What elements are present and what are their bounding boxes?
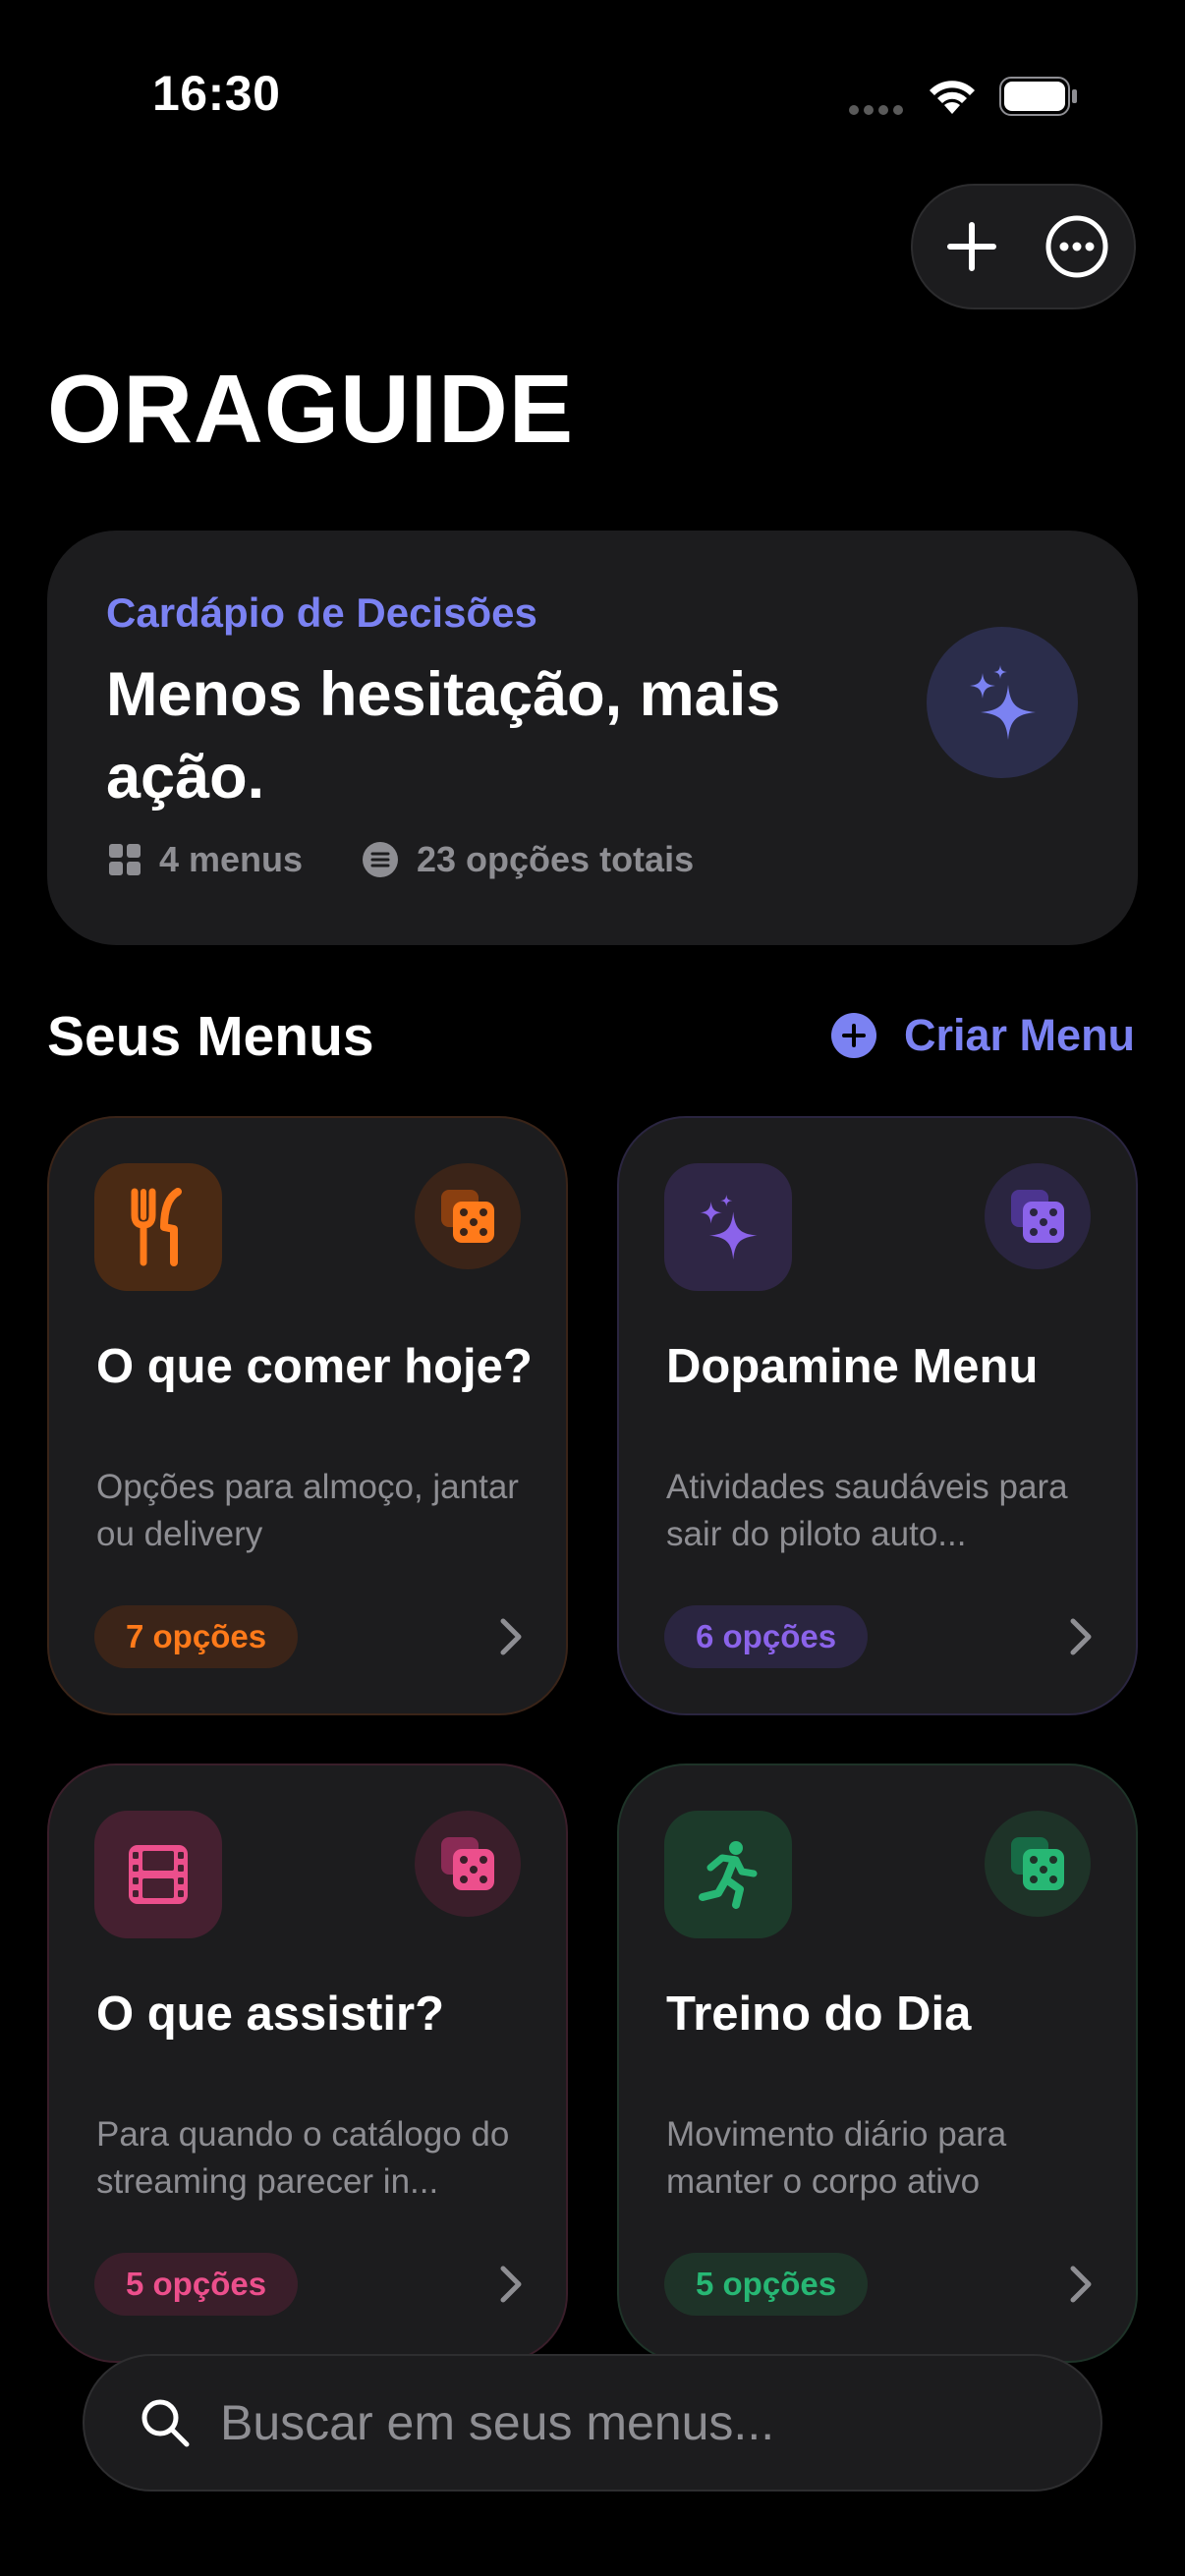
fork-knife-icon: [94, 1163, 222, 1291]
menu-card-dopamine[interactable]: Dopamine Menu Atividades saudáveis para …: [617, 1116, 1138, 1715]
menu-card-title: O que assistir?: [96, 1988, 445, 2041]
create-menu-button[interactable]: Criar Menu: [831, 1010, 1135, 1061]
options-badge: 5 opções: [664, 2253, 869, 2316]
status-time: 16:30: [152, 66, 281, 121]
menu-card-watch[interactable]: O que assistir? Para quando o catálogo d…: [47, 1764, 568, 2363]
wifi-icon: [925, 75, 980, 121]
menu-card-title: Dopamine Menu: [666, 1340, 1039, 1393]
menu-card-description: Opções para almoço, jantar ou delivery: [96, 1468, 519, 1553]
chevron-right-icon: [499, 2265, 523, 2309]
add-button[interactable]: [931, 205, 1013, 288]
more-icon: [1045, 215, 1108, 278]
menu-card-description: Para quando o catálogo do streaming pare…: [96, 2115, 510, 2201]
running-figure-icon: [664, 1811, 792, 1938]
hero-sparkle-badge: [927, 627, 1078, 778]
grid-icon: [108, 843, 141, 876]
menus-count-label: 4 menus: [159, 839, 304, 879]
plus-icon: [947, 222, 996, 271]
menus-count: 4 menus: [108, 839, 303, 880]
sparkles-icon: [970, 665, 1036, 740]
more-button[interactable]: [1036, 205, 1118, 288]
list-icon: [362, 841, 399, 878]
dice-icon[interactable]: [415, 1163, 521, 1269]
chevron-right-icon: [499, 1617, 523, 1661]
menu-card-title: O que comer hoje?: [96, 1340, 533, 1393]
dice-icon[interactable]: [415, 1811, 521, 1917]
hero-kicker: Cardápio de Decisões: [106, 589, 537, 636]
section-title: Seus Menus: [47, 1005, 374, 1068]
plus-circle-icon: [831, 1013, 876, 1058]
battery-icon: [999, 77, 1078, 116]
menu-card-description: Movimento diário para manter o corpo ati…: [666, 2115, 1007, 2201]
menu-card-title: Treino do Dia: [666, 1988, 972, 2041]
create-menu-label: Criar Menu: [904, 1010, 1136, 1060]
hero-headline: Menos hesitação, mais ação.: [106, 660, 781, 812]
chevron-right-icon: [1069, 1617, 1093, 1661]
page-title: ORAGUIDE: [47, 355, 575, 463]
menu-card-description: Atividades saudáveis para sair do piloto…: [666, 1468, 1068, 1553]
options-total-label: 23 opções totais: [417, 839, 695, 879]
menu-card-workout[interactable]: Treino do Dia Movimento diário para mant…: [617, 1764, 1138, 2363]
cellular-signal-icon: [849, 102, 908, 115]
dice-icon[interactable]: [985, 1163, 1091, 1269]
sparkles-icon: [664, 1163, 792, 1291]
options-badge: 6 opções: [664, 1605, 869, 1668]
dice-icon[interactable]: [985, 1811, 1091, 1917]
film-icon: [94, 1811, 222, 1938]
options-badge: 5 opções: [94, 2253, 299, 2316]
search-input[interactable]: [218, 2393, 1028, 2452]
menu-card-food[interactable]: O que comer hoje? Opções para almoço, ja…: [47, 1116, 568, 1715]
header-actions: [911, 184, 1136, 309]
options-total: 23 opções totais: [362, 839, 694, 880]
search-icon: [140, 2397, 191, 2448]
search-bar[interactable]: [83, 2354, 1102, 2492]
options-badge: 7 opções: [94, 1605, 299, 1668]
chevron-right-icon: [1069, 2265, 1093, 2309]
